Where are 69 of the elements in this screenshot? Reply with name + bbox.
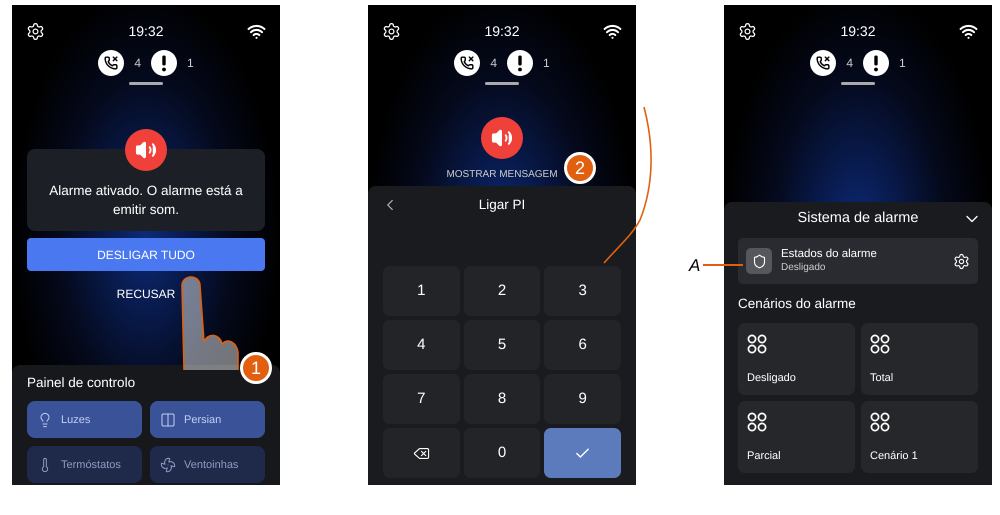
wifi-icon	[958, 22, 978, 41]
settings-icon[interactable]	[26, 22, 45, 41]
fan-icon	[160, 456, 176, 473]
annotation-label: A	[689, 255, 700, 277]
shutter-icon	[160, 412, 176, 428]
scenario-icon	[870, 334, 890, 354]
scenario-tile[interactable]: Parcial	[738, 401, 855, 474]
keypad-key[interactable]: 8	[464, 374, 540, 424]
scenario-label: Desligado	[747, 370, 796, 386]
speaker-icon[interactable]	[125, 129, 167, 171]
keypad-key[interactable]: 4	[383, 320, 460, 370]
scenario-icon	[870, 412, 890, 432]
scenario-tile[interactable]: Cenário 1	[861, 401, 978, 474]
scenario-label: Total	[870, 370, 894, 386]
scenario-label: Cenário 1	[870, 448, 918, 464]
card-status: Desligado	[781, 261, 826, 274]
missed-call-icon[interactable]	[454, 50, 480, 76]
keypad-key[interactable]: 6	[544, 320, 621, 370]
missed-call-icon[interactable]	[810, 50, 836, 76]
missed-calls-count: 4	[846, 55, 853, 72]
decline-button[interactable]: RECUSAR	[108, 281, 184, 307]
panel-title: Painel de controlo	[27, 374, 136, 392]
missed-calls-count: 4	[134, 55, 141, 72]
pin-title: Ligar PI	[478, 196, 526, 214]
settings-icon[interactable]	[953, 252, 970, 270]
control-tile[interactable]: Ventoinhas	[150, 446, 265, 484]
scenario-tile[interactable]: Total	[861, 323, 978, 396]
scenario-label: Parcial	[747, 448, 781, 464]
keypad-key[interactable]: 5	[464, 320, 540, 370]
missed-call-icon[interactable]	[98, 50, 124, 76]
wifi-icon	[602, 22, 622, 41]
control-tile[interactable]: Luzes	[27, 401, 142, 438]
keypad-key[interactable]: 2	[464, 266, 540, 316]
alert-icon[interactable]	[863, 50, 889, 76]
keypad-key[interactable]: 9	[544, 374, 621, 424]
settings-icon[interactable]	[738, 22, 757, 41]
keypad-key[interactable]: 0	[464, 428, 540, 478]
alerts-count: 1	[543, 55, 550, 72]
section-title: Cenários do alarme	[738, 295, 857, 313]
keypad-key[interactable]: 3	[544, 266, 621, 316]
keypad-key[interactable]: 1	[383, 266, 460, 316]
missed-calls-count: 4	[490, 55, 497, 72]
clock-time: 19:32	[840, 22, 876, 41]
control-tile[interactable]: Termóstatos	[27, 446, 142, 484]
control-tile[interactable]: Persian	[150, 401, 265, 438]
speaker-icon[interactable]	[481, 117, 523, 159]
alerts-count: 1	[187, 55, 194, 72]
scenario-tile[interactable]: Desligado	[738, 323, 855, 396]
alerts-count: 1	[899, 55, 906, 72]
settings-icon[interactable]	[382, 22, 401, 41]
alert-message: Alarme ativado. O alarme está a emitir som.	[48, 182, 244, 219]
leader-line	[703, 264, 743, 266]
pull-handle[interactable]	[485, 82, 519, 85]
alarm-state-card[interactable]: Estados do alarme Desligado	[738, 238, 978, 284]
keypad-key[interactable]: 7	[383, 374, 460, 424]
scenario-icon	[747, 334, 767, 354]
clock-time: 19:32	[128, 22, 164, 41]
pull-handle[interactable]	[129, 82, 163, 85]
scenario-icon	[747, 412, 767, 432]
alert-icon[interactable]	[151, 50, 177, 76]
sheet-title: Sistema de alarme	[798, 209, 918, 228]
show-message-label[interactable]: MOSTRAR MENSAGEM	[446, 167, 558, 182]
pull-handle[interactable]	[841, 82, 875, 85]
card-title: Estados do alarme	[781, 248, 878, 261]
shield-icon	[746, 248, 772, 274]
alert-icon[interactable]	[507, 50, 533, 76]
clock-time: 19:32	[484, 22, 520, 41]
wifi-icon	[246, 22, 266, 41]
turn-off-all-button[interactable]: DESLIGAR TUDO	[27, 238, 265, 271]
